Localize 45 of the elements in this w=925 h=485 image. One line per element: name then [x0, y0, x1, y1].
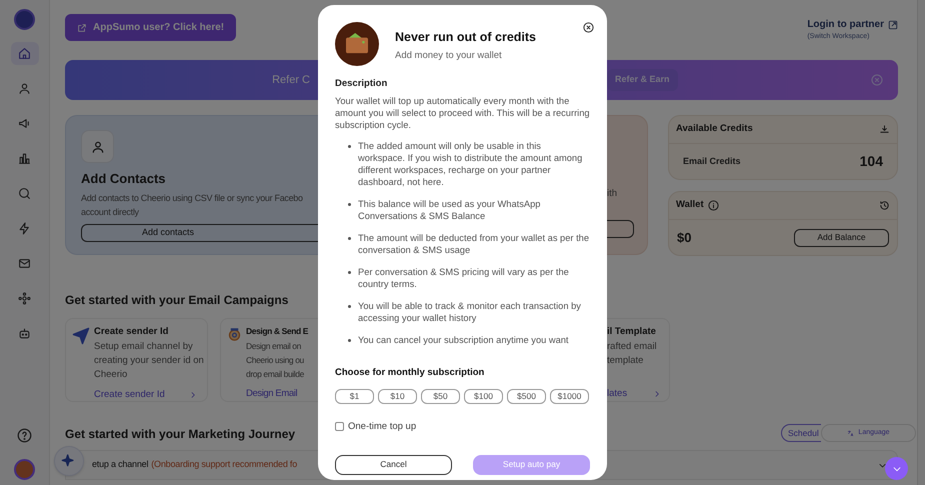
card-description: rafted email template — [607, 340, 657, 368]
dialog-subtitle: Add money to your wallet — [395, 48, 503, 63]
partner-link[interactable]: Login to partner — [807, 17, 884, 32]
card-title: Design & Send E — [246, 325, 308, 338]
card-description: Design email on Cheerio using ou drop email builde — [246, 340, 304, 381]
bullet-text: The amount will be deducted from your wallet as per the conversation & SMS usage — [358, 232, 590, 256]
card-link[interactable]: Design Email — [246, 386, 298, 401]
amount-option[interactable]: $100 — [464, 388, 503, 404]
section-label: Description — [335, 77, 388, 91]
appsumo-button[interactable]: AppSumo user? Click here! — [65, 14, 236, 41]
card-title: Create sender Id — [94, 325, 168, 339]
credit-label: Email Credits — [683, 154, 741, 168]
bullet-text: Per conversation & SMS pricing will vary as per the country terms. — [358, 266, 570, 290]
step-note: (Onboarding support recommended fo — [151, 458, 298, 472]
description-text: Your wallet will top up automatically every month with the amount you will select to proceed with. This will be a recurring subscription cycle. — [335, 95, 590, 132]
credit-value: 104 — [860, 152, 883, 171]
bullet-text: The added amount will only be usable in this workspace. If you wish to distribute the amount among different workspaces, recharge on your partner dashboard, not here. — [358, 140, 584, 188]
card-link[interactable]: lates — [607, 386, 628, 401]
card-description: ith — [607, 187, 618, 201]
cancel-button[interactable]: Cancel — [335, 454, 452, 475]
section-heading: Get started with your Email Campaigns — [65, 292, 288, 307]
checkbox-label: One-time top up — [348, 420, 416, 434]
card-link[interactable]: Create sender Id — [94, 388, 165, 402]
card-description: Setup email channel by creating your sender id on Cheerio — [94, 340, 204, 382]
card-title: Wallet — [676, 198, 704, 212]
banner-text: Refer C — [272, 72, 310, 88]
schedule-tab[interactable]: Schedul — [781, 424, 821, 442]
card-title: Add Contacts — [81, 170, 166, 188]
card-description: Add contacts to Cheerio using CSV file or sync your Facebo account directly — [81, 192, 303, 218]
bullet-text: You will be able to track & monitor each transaction by accessing your wallet history — [358, 300, 582, 324]
section-heading: Get started with your Marketing Journey — [65, 426, 296, 443]
amount-option[interactable]: $1 — [335, 388, 374, 404]
amount-option[interactable]: $10 — [378, 388, 417, 404]
step-title: etup a channel — [92, 458, 148, 472]
amount-option[interactable]: $50 — [421, 388, 460, 404]
card-title: il Template — [607, 325, 656, 339]
dialog-title: Never run out of credits — [395, 29, 537, 46]
bullet-text: This balance will be used as your WhatsApp Conversations & SMS Balance — [358, 198, 542, 222]
add-contacts-button[interactable]: Add contacts — [81, 224, 319, 242]
bullet-text: You can cancel your subscription anytime you want — [358, 334, 569, 346]
amount-option[interactable]: $500 — [507, 388, 546, 404]
card-title: Available Credits — [676, 122, 753, 136]
section-label: Choose for monthly subscription — [335, 366, 486, 380]
wallet-balance: $0 — [677, 228, 692, 247]
amount-option[interactable]: $1000 — [550, 388, 589, 404]
